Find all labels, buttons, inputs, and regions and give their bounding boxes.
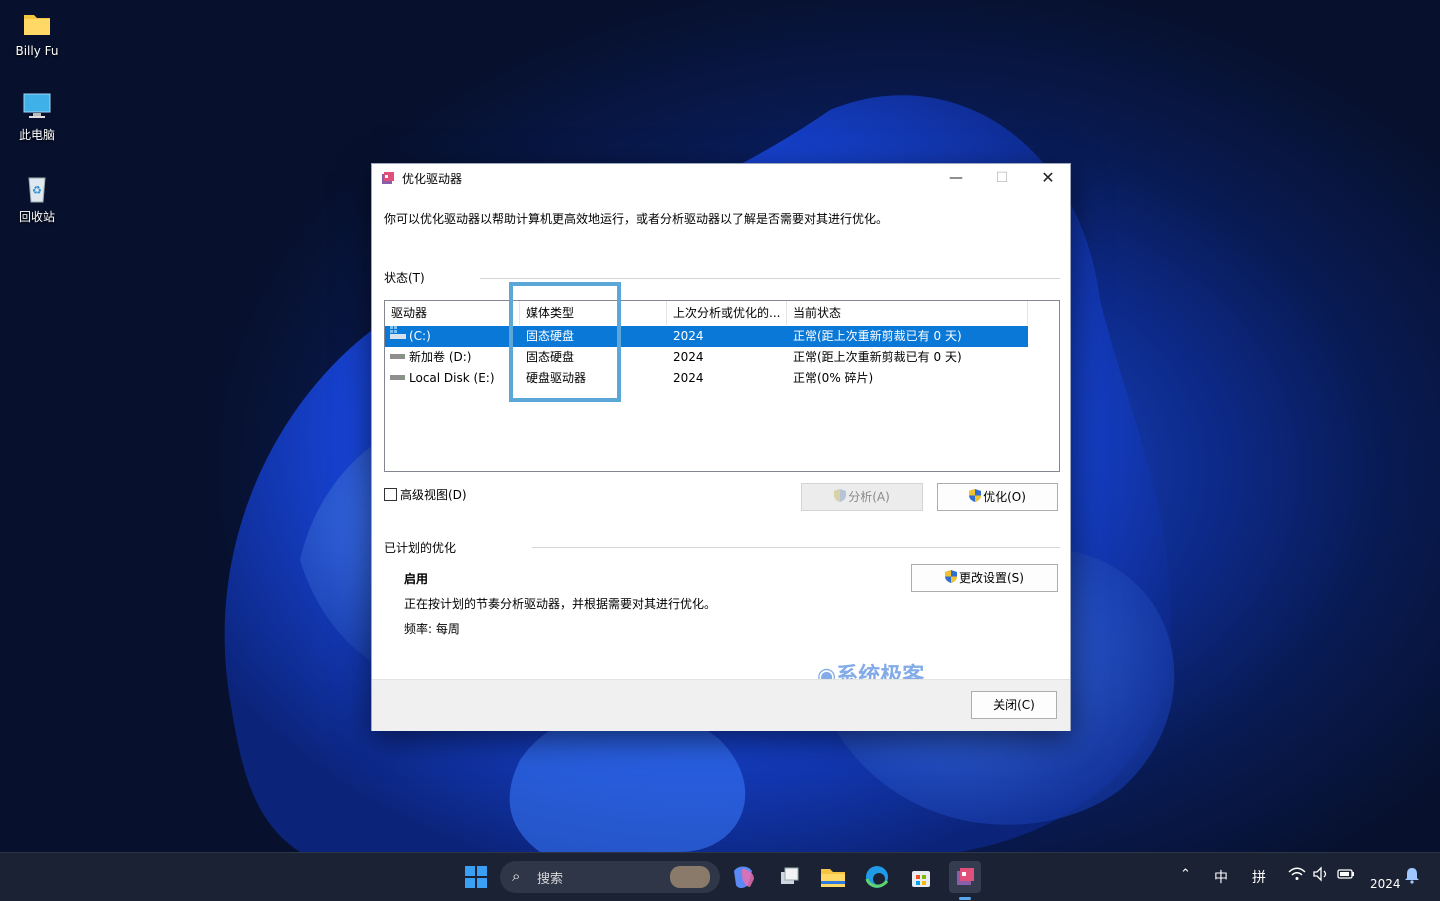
current-status-cell: 正常(距上次重新剪裁已有 0 天)	[793, 350, 962, 364]
current-status-cell: 正常(距上次重新剪裁已有 0 天)	[793, 329, 962, 343]
close-button[interactable]: 关闭(C)	[971, 691, 1057, 719]
edge-browser-icon[interactable]	[861, 861, 893, 893]
volume-icon[interactable]	[1312, 866, 1330, 886]
desktop-icon-recycle-bin[interactable]: ♻ 回收站	[8, 172, 66, 225]
desktop-icon-label: Billy Fu	[15, 44, 59, 58]
last-run-cell: 2024	[673, 350, 704, 364]
shield-icon	[945, 566, 957, 592]
drive-name: (C:)	[409, 329, 431, 343]
minimize-button[interactable]: —	[933, 164, 979, 192]
system-drive-icon	[390, 326, 406, 347]
desktop-icon-label: 此电脑	[18, 128, 55, 142]
window-title: 优化驱动器	[402, 172, 463, 186]
task-view-icon[interactable]	[773, 861, 805, 893]
drive-name: 新加卷 (D:)	[409, 350, 472, 364]
schedule-frequency: 频率: 每周	[404, 622, 460, 636]
copilot-icon[interactable]	[728, 861, 760, 893]
optimize-button-label: 优化(O)	[983, 490, 1026, 504]
schedule-status: 启用	[404, 572, 429, 586]
store-icon[interactable]	[905, 861, 937, 893]
scheduled-section-label: 已计划的优化	[384, 541, 457, 555]
advanced-view-label: 高级视图(D)	[400, 488, 467, 502]
wifi-icon[interactable]	[1288, 866, 1306, 886]
ime-mode-indicator[interactable]: 拼	[1252, 867, 1266, 887]
schedule-description: 正在按计划的节奏分析驱动器，并根据需要对其进行优化。	[404, 597, 717, 611]
status-section-label: 状态(T)	[384, 271, 425, 285]
drive-name: Local Disk (E:)	[409, 371, 495, 385]
scheduled-separator	[532, 547, 1060, 548]
advanced-view-checkbox[interactable]: 高级视图(D)	[384, 486, 467, 503]
shield-icon	[834, 485, 847, 511]
column-header-drive[interactable]: 驱动器	[385, 301, 520, 325]
desktop-icon-billy-fu[interactable]: Billy Fu	[8, 8, 66, 58]
drive-icon	[390, 347, 406, 368]
list-header: 驱动器 媒体类型 上次分析或优化的... 当前状态	[385, 301, 1059, 325]
search-highlight-image	[670, 866, 710, 888]
column-header-last-run[interactable]: 上次分析或优化的...	[667, 301, 787, 325]
last-run-cell: 2024	[673, 329, 704, 343]
change-settings-button[interactable]: 更改设置(S)	[911, 564, 1058, 592]
dialog-footer: 关闭(C)	[372, 679, 1070, 731]
checkbox-box[interactable]	[384, 488, 397, 501]
desktop-icon-label: 回收站	[18, 210, 55, 224]
title-bar[interactable]: 优化驱动器 — ☐ ✕	[372, 164, 1070, 192]
desktop-icon-this-pc[interactable]: 此电脑	[8, 90, 66, 143]
file-explorer-icon[interactable]	[817, 861, 849, 893]
taskbar-clock[interactable]: 2024	[1370, 877, 1401, 891]
notification-bell-icon[interactable]	[1404, 866, 1420, 888]
battery-icon[interactable]	[1336, 866, 1356, 886]
analyze-button-label: 分析(A)	[848, 490, 890, 504]
start-button[interactable]	[460, 861, 492, 893]
svg-text:♻: ♻	[32, 184, 42, 197]
drives-list[interactable]: 驱动器 媒体类型 上次分析或优化的... 当前状态 (C:) 固态硬盘 2024…	[384, 300, 1060, 472]
ime-language-indicator[interactable]: 中	[1214, 867, 1228, 887]
current-status-cell: 正常(0% 碎片)	[793, 371, 874, 385]
drive-name-cell: Local Disk (E:)	[390, 368, 495, 389]
drive-row-d[interactable]: 新加卷 (D:) 固态硬盘 2024 正常(距上次重新剪裁已有 0 天)	[385, 347, 1028, 368]
windows-logo-icon	[465, 866, 487, 888]
optimize-drives-window: 优化驱动器 — ☐ ✕ 你可以优化驱动器以帮助计算机更高效地运行，或者分析驱动器…	[371, 163, 1071, 731]
drive-row-e[interactable]: Local Disk (E:) 硬盘驱动器 2024 正常(0% 碎片)	[385, 368, 1028, 389]
taskbar: ⌕ 搜索 ⌃ 中 拼 2024	[0, 852, 1440, 901]
taskbar-search-box[interactable]: ⌕ 搜索	[500, 861, 720, 893]
status-separator	[480, 278, 1060, 279]
media-type-highlight-box	[509, 282, 621, 402]
defrag-taskbar-icon[interactable]	[949, 861, 981, 900]
defrag-app-icon	[381, 171, 395, 185]
drive-name-cell: (C:)	[390, 326, 431, 347]
drive-row-c[interactable]: (C:) 固态硬盘 2024 正常(距上次重新剪裁已有 0 天)	[385, 326, 1028, 347]
computer-icon	[21, 90, 53, 122]
column-header-status[interactable]: 当前状态	[787, 301, 1028, 325]
close-window-button[interactable]: ✕	[1025, 164, 1071, 192]
drive-name-cell: 新加卷 (D:)	[390, 347, 471, 368]
recycle-bin-icon: ♻	[21, 172, 53, 204]
optimize-button[interactable]: 优化(O)	[937, 483, 1058, 511]
analyze-button[interactable]: 分析(A)	[801, 483, 923, 511]
change-settings-label: 更改设置(S)	[959, 571, 1024, 585]
chevron-up-icon[interactable]: ⌃	[1180, 867, 1191, 882]
search-placeholder: 搜索	[537, 872, 564, 887]
folder-icon	[21, 8, 53, 40]
window-description: 你可以优化驱动器以帮助计算机更高效地运行，或者分析驱动器以了解是否需要对其进行优…	[384, 212, 889, 226]
maximize-button[interactable]: ☐	[979, 164, 1025, 192]
last-run-cell: 2024	[673, 371, 704, 385]
drive-icon	[390, 368, 406, 389]
shield-icon	[969, 485, 982, 511]
search-icon: ⌕	[512, 867, 521, 885]
